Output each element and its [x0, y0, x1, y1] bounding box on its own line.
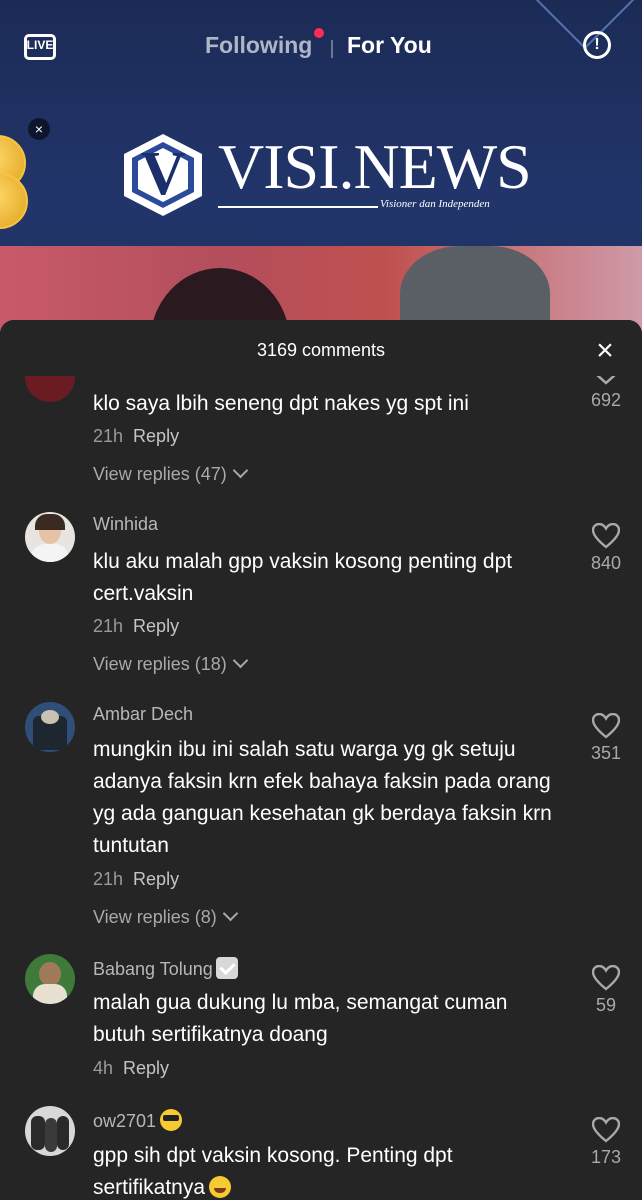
tab-divider [331, 40, 333, 58]
reply-button[interactable]: Reply [123, 1058, 169, 1078]
like-count: 840 [590, 553, 622, 573]
comment-meta: 21h Reply [93, 869, 179, 890]
top-navigation: LIVE Following For You ! [0, 0, 642, 92]
comment-text: klo saya lbih seneng dpt nakes yg spt in… [93, 392, 469, 415]
logo-text: VISI.NEWS [218, 131, 532, 202]
comment-username[interactable]: Ambar Dech [93, 704, 193, 725]
info-alert-button[interactable]: ! [583, 31, 611, 59]
like-button[interactable]: 692 [584, 372, 628, 411]
live-label: LIVE [26, 38, 54, 52]
like-button[interactable]: 351 [584, 713, 628, 764]
comment-time: 21h [93, 616, 124, 636]
reply-button[interactable]: Reply [133, 869, 179, 889]
heart-icon [592, 965, 620, 991]
logo-mark: V [140, 140, 186, 208]
logo-tagline: Visioner dan Independen [380, 198, 490, 210]
comment-text: mungkin ibu ini salah satu warga yg gk s… [93, 738, 552, 857]
comment-count: 3169 comments [256, 340, 386, 360]
like-count: 692 [590, 390, 622, 410]
chevron-down-icon [232, 652, 249, 669]
comment-username-text: ow2701 [93, 1111, 157, 1131]
reply-button[interactable]: Reply [133, 616, 179, 636]
view-replies-button[interactable]: View replies (47) [93, 462, 249, 485]
comment-username-text: Babang Tolung [93, 959, 213, 979]
live-button[interactable]: LIVE [22, 28, 62, 66]
comment-username[interactable]: Babang Tolung [93, 957, 238, 980]
comment-username[interactable]: ow2701 [93, 1109, 183, 1132]
heart-icon [592, 523, 620, 549]
logo-rule [218, 206, 378, 208]
view-replies-button[interactable]: View replies (8) [93, 905, 238, 928]
like-count: 173 [590, 1147, 622, 1167]
comment-meta: 21h Reply [93, 426, 179, 447]
comments-header: 3169 comments × [0, 320, 642, 376]
heart-icon [592, 1117, 620, 1143]
comment-text: malah gua dukung lu mba, semangat cuman … [93, 991, 508, 1046]
avatar[interactable] [25, 702, 75, 752]
comment-time: 4h [93, 1058, 114, 1078]
comment-meta: 21h Reply [93, 616, 179, 637]
comments-sheet: klo saya lbih seneng dpt nakes yg spt in… [0, 320, 642, 1200]
comment-meta: 4h Reply [93, 1058, 169, 1079]
like-count: 351 [590, 743, 622, 763]
comment-list[interactable]: klo saya lbih seneng dpt nakes yg spt in… [0, 320, 642, 1200]
avatar[interactable] [25, 512, 75, 562]
coin-widget-close-button[interactable]: × [28, 118, 50, 140]
check-badge-icon [215, 957, 238, 979]
view-replies-label: View replies (18) [93, 654, 227, 674]
like-button[interactable]: 59 [584, 965, 628, 1016]
sunglasses-emoji-icon [160, 1109, 183, 1131]
laughing-emoji-icon [209, 1176, 232, 1198]
coin-reward-widget[interactable] [0, 135, 38, 229]
close-button[interactable]: × [590, 336, 620, 366]
coin-icon [0, 173, 28, 229]
visi-news-logo: V VISI.NEWS Visioner dan Independen [118, 130, 532, 220]
comment-username[interactable]: Winhida [93, 514, 158, 535]
tab-for-you[interactable]: For You [347, 32, 432, 59]
comment-text: klu aku malah gpp vaksin kosong penting … [93, 550, 513, 605]
notification-dot [314, 28, 324, 38]
comment-text: gpp sih dpt vaksin kosong. Penting dpt s… [93, 1140, 563, 1200]
reply-button[interactable]: Reply [133, 426, 179, 446]
tab-following[interactable]: Following [205, 32, 312, 59]
comment-time: 21h [93, 426, 124, 446]
view-replies-label: View replies (47) [93, 464, 227, 484]
comment-text-content: gpp sih dpt vaksin kosong. Penting dpt s… [93, 1144, 453, 1199]
like-count: 59 [595, 995, 617, 1015]
like-button[interactable]: 840 [584, 523, 628, 574]
chevron-down-icon [222, 905, 238, 922]
view-replies-button[interactable]: View replies (18) [93, 652, 249, 675]
view-replies-label: View replies (8) [93, 907, 217, 927]
avatar[interactable] [25, 954, 75, 1004]
avatar[interactable] [25, 1106, 75, 1156]
like-button[interactable]: 173 [584, 1117, 628, 1168]
comment-time: 21h [93, 869, 124, 889]
chevron-down-icon [232, 462, 249, 479]
heart-icon [592, 713, 620, 739]
